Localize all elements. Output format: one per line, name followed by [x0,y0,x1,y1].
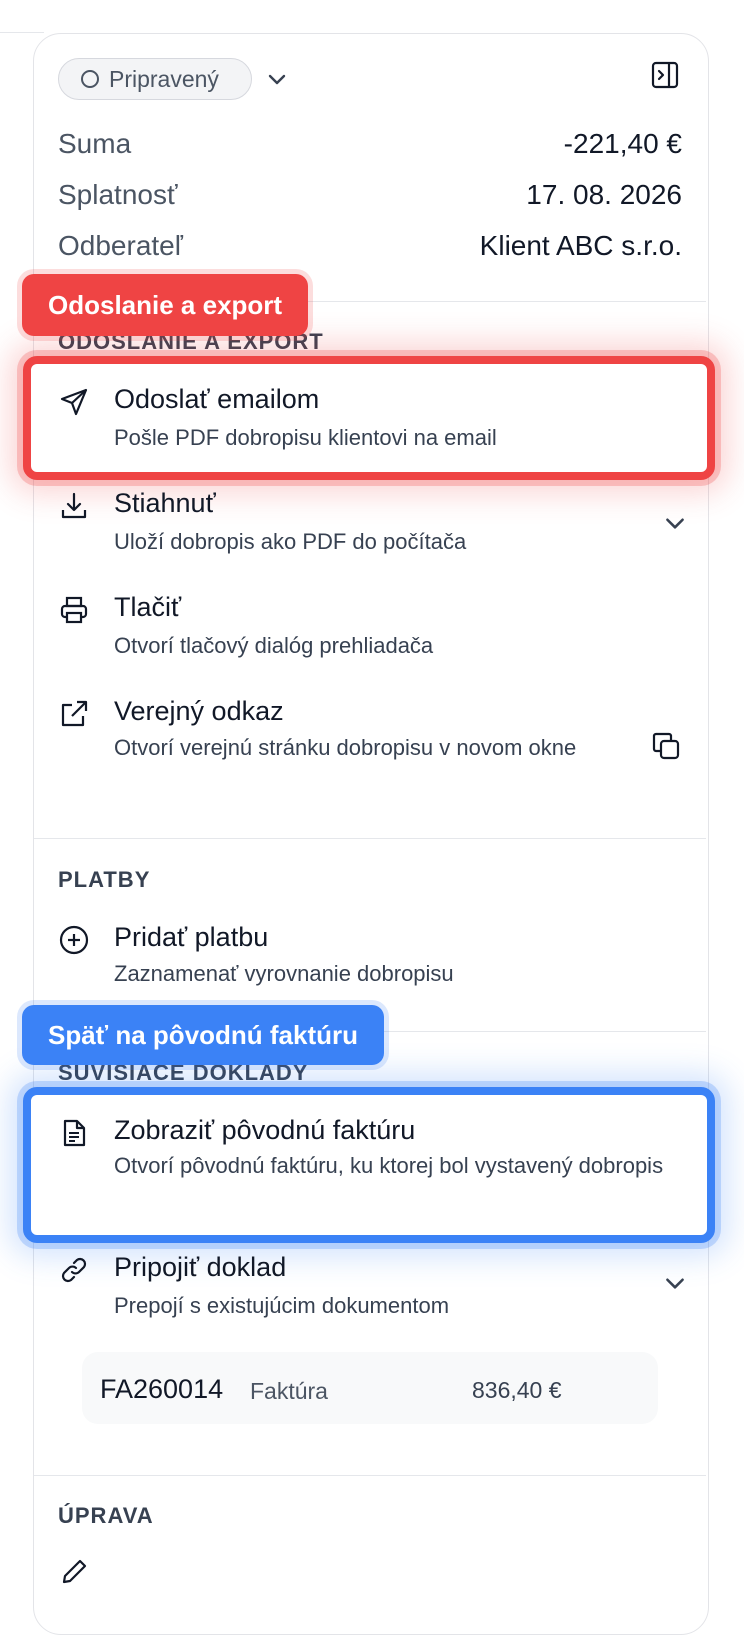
summary-value: -221,40 € [563,128,682,159]
summary-label: Splatnosť [58,179,178,210]
action-description: Zaznamenať vyrovnanie dobropisu [114,961,454,986]
link-icon [58,1254,90,1286]
annotation-tag-label: Odoslanie a export [48,289,283,320]
summary-row-customer: Odberateľ Klient ABC s.r.o. [58,230,682,262]
summary-row-amount: Suma -221,40 € [58,128,682,160]
annotation-tag-original-invoice: Späť na pôvodnú faktúru [22,1005,385,1065]
action-print[interactable]: Tlačiť Otvorí tlačový dialóg prehliadača [34,584,706,674]
chevron-down-icon[interactable] [265,67,289,91]
status-dropdown[interactable]: Pripravený [58,58,252,100]
document-icon [58,1117,90,1149]
linked-document-card[interactable]: FA260014 Faktúra 836,40 € [82,1352,658,1424]
collapse-panel-icon[interactable] [650,60,680,90]
printer-icon [58,594,90,626]
action-edit-partial[interactable] [34,1552,706,1592]
action-add-payment[interactable]: Pridať platbu Zaznamenať vyrovnanie dobr… [34,914,706,1004]
action-description: Otvorí tlačový dialóg prehliadača [114,633,434,658]
summary-label: Odberateľ [58,230,183,261]
action-title: Stiahnuť [114,488,216,518]
linked-document-number: FA260014 [100,1374,224,1404]
status-circle-icon [81,70,99,88]
action-description: Otvorí verejnú stránku dobropisu v novom… [114,735,577,760]
action-title: Pridať platbu [114,922,269,952]
action-title: Odoslať emailom [114,384,320,414]
annotation-tag-send-export: Odoslanie a export [22,274,309,336]
status-label: Pripravený [109,65,219,92]
action-link-document[interactable]: Pripojiť doklad Prepojí s existujúcim do… [34,1244,706,1334]
linked-document-amount: 836,40 € [472,1377,562,1403]
summary-value: Klient ABC s.r.o. [479,230,682,261]
action-title: Zobraziť pôvodnú faktúru [114,1115,416,1145]
summary-row-due-date: Splatnosť 17. 08. 2026 [58,179,682,211]
section-label-payments: PLATBY [58,867,151,892]
section-label-edit: ÚPRAVA [58,1503,154,1528]
linked-document-type: Faktúra [250,1378,328,1404]
copy-icon[interactable] [650,730,682,762]
chevron-down-icon[interactable] [662,510,688,536]
summary-value: 17. 08. 2026 [526,179,682,210]
action-title: Tlačiť [114,592,182,622]
send-icon [58,386,90,418]
action-title: Verejný odkaz [114,696,284,726]
annotation-tag-label: Späť na pôvodnú faktúru [48,1019,359,1050]
action-public-link[interactable]: Verejný odkaz Otvorí verejnú stránku dob… [34,688,706,808]
section-divider [34,838,706,839]
download-icon [58,490,90,522]
action-description: Otvorí pôvodnú faktúru, ku ktorej bol vy… [114,1153,664,1178]
section-divider [34,1475,706,1476]
summary-label: Suma [58,128,132,159]
action-description: Prepojí s existujúcim dokumentom [114,1293,450,1318]
action-send-email[interactable]: Odoslať emailom Pošle PDF dobropisu klie… [34,376,706,466]
plus-circle-icon [58,924,90,956]
action-download[interactable]: Stiahnuť Uloží dobropis ako PDF do počít… [34,480,706,570]
action-view-original-invoice[interactable]: Zobraziť pôvodnú faktúru Otvorí pôvodnú … [34,1107,706,1227]
top-divider [0,32,44,33]
pencil-icon [58,1556,90,1588]
external-link-icon [58,698,90,730]
action-description: Uloží dobropis ako PDF do počítača [114,529,467,554]
action-description: Pošle PDF dobropisu klientovi na email [114,425,497,450]
chevron-down-icon[interactable] [662,1270,688,1296]
action-title: Pripojiť doklad [114,1252,287,1282]
